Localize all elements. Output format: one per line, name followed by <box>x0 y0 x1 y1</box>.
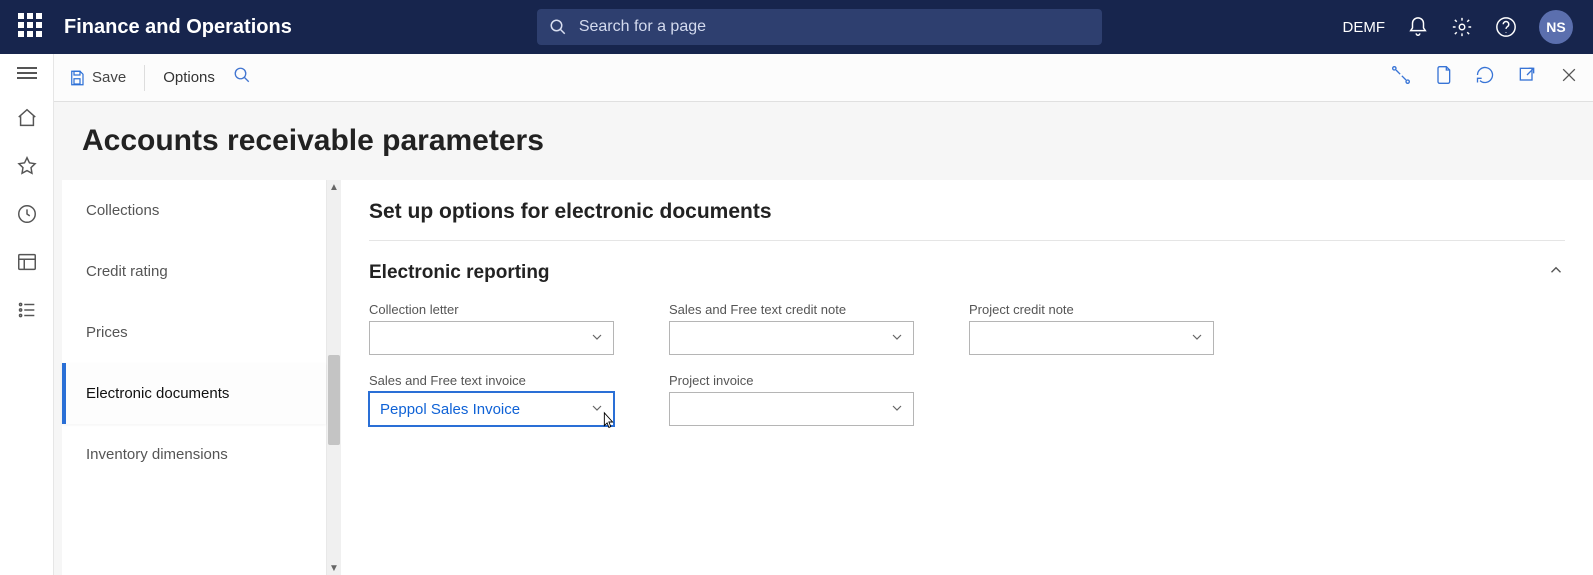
field-label: Project credit note <box>969 302 1214 317</box>
field-label: Sales and Free text invoice <box>369 373 614 388</box>
company-label[interactable]: DEMF <box>1343 19 1386 36</box>
options-button[interactable]: Options <box>163 69 215 86</box>
refresh-icon[interactable] <box>1475 65 1495 90</box>
combo-project-credit-note[interactable] <box>969 321 1214 355</box>
home-icon[interactable] <box>15 106 39 130</box>
field-label: Project invoice <box>669 373 914 388</box>
section-header: Electronic reporting <box>369 261 1565 284</box>
detail-panel: Set up options for electronic documents … <box>341 180 1593 575</box>
action-bar-right <box>1391 65 1579 90</box>
side-item-credit-rating[interactable]: Credit rating <box>62 241 326 302</box>
close-icon[interactable] <box>1559 65 1579 90</box>
hamburger-menu-icon[interactable] <box>17 64 37 82</box>
save-disk-icon <box>68 69 86 87</box>
popout-icon[interactable] <box>1517 65 1537 90</box>
personalize-icon[interactable] <box>1391 65 1411 90</box>
field-project-invoice: Project invoice <box>669 373 914 426</box>
section-title: Electronic reporting <box>369 262 550 284</box>
scroll-thumb[interactable] <box>328 355 340 445</box>
field-sales-invoice: Sales and Free text invoice Peppol Sales… <box>369 373 614 426</box>
chevron-down-icon <box>889 329 907 347</box>
app-shell: Save Options <box>0 54 1593 575</box>
page-search-icon[interactable] <box>233 66 251 89</box>
left-navigation-rail <box>0 54 54 575</box>
attachments-icon[interactable] <box>1433 65 1453 90</box>
combo-value: Peppol Sales Invoice <box>380 401 520 418</box>
side-item-prices[interactable]: Prices <box>62 302 326 363</box>
scroll-down-arrow-icon[interactable]: ▼ <box>327 561 341 575</box>
fields-grid: Collection letter Sales and Free text cr… <box>369 302 1565 444</box>
save-button[interactable]: Save <box>68 69 126 87</box>
modules-list-icon[interactable] <box>15 298 39 322</box>
side-panel-wrap: Collections Credit rating Prices Electro… <box>54 180 341 575</box>
combo-collection-letter[interactable] <box>369 321 614 355</box>
brand-title: Finance and Operations <box>64 16 292 39</box>
chevron-down-icon <box>589 329 607 347</box>
settings-gear-icon[interactable] <box>1451 16 1473 38</box>
combo-sales-invoice[interactable]: Peppol Sales Invoice <box>369 392 614 426</box>
favorites-star-icon[interactable] <box>15 154 39 178</box>
app-launcher-icon[interactable] <box>18 13 46 41</box>
help-icon[interactable] <box>1495 16 1517 38</box>
search-icon <box>549 18 567 36</box>
combo-sales-credit-note[interactable] <box>669 321 914 355</box>
action-divider <box>144 65 145 91</box>
recent-clock-icon[interactable] <box>15 202 39 226</box>
global-search[interactable] <box>537 9 1102 45</box>
chevron-down-icon <box>589 400 607 418</box>
detail-title: Set up options for electronic documents <box>369 200 1565 241</box>
side-item-electronic-documents[interactable]: Electronic documents <box>62 363 326 424</box>
side-item-inventory-dimensions[interactable]: Inventory dimensions <box>62 424 326 485</box>
save-button-label: Save <box>92 69 126 86</box>
field-label: Collection letter <box>369 302 614 317</box>
content-row: Collections Credit rating Prices Electro… <box>54 180 1593 575</box>
field-label: Sales and Free text credit note <box>669 302 914 317</box>
page-title: Accounts receivable parameters <box>54 102 1593 180</box>
field-collection-letter: Collection letter <box>369 302 614 355</box>
chevron-down-icon <box>889 400 907 418</box>
section-collapse-chevron-icon[interactable] <box>1547 261 1565 284</box>
action-bar: Save Options <box>54 54 1593 102</box>
scroll-up-arrow-icon[interactable]: ▲ <box>327 180 341 194</box>
chevron-down-icon <box>1189 329 1207 347</box>
main-area: Save Options <box>54 54 1593 575</box>
notifications-icon[interactable] <box>1407 16 1429 38</box>
header-right: DEMF NS <box>1343 10 1582 44</box>
combo-project-invoice[interactable] <box>669 392 914 426</box>
field-project-credit-note: Project credit note <box>969 302 1214 355</box>
global-search-input[interactable] <box>579 18 1090 36</box>
parameters-side-panel: Collections Credit rating Prices Electro… <box>62 180 327 575</box>
side-panel-scrollbar[interactable]: ▲ ▼ <box>327 180 341 575</box>
user-avatar[interactable]: NS <box>1539 10 1573 44</box>
workspaces-icon[interactable] <box>15 250 39 274</box>
field-sales-credit-note: Sales and Free text credit note <box>669 302 914 355</box>
side-item-collections[interactable]: Collections <box>62 180 326 241</box>
app-header: Finance and Operations DEMF NS <box>0 0 1593 54</box>
